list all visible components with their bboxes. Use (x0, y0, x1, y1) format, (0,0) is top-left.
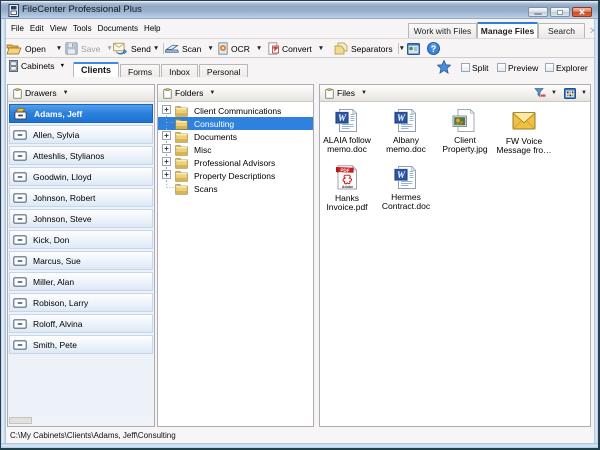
svg-text:?: ? (431, 44, 437, 54)
svg-text:PDF: PDF (340, 168, 350, 173)
svg-text:W: W (397, 170, 406, 180)
svg-text:Adobe: Adobe (342, 185, 353, 189)
svg-text:W: W (338, 113, 347, 123)
svg-text:W: W (397, 113, 406, 123)
